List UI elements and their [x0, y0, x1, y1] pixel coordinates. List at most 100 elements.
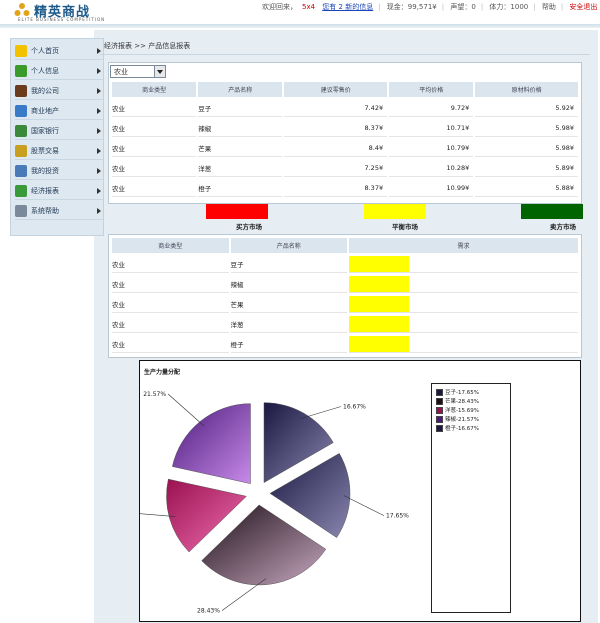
pie-legend-swatch: [436, 406, 443, 414]
table-cell: 辣椒: [198, 119, 283, 137]
pie-legend: 豆子-17.65% 芒果-28.43% 洋葱-15.69% 辣椒-21.57% 橙子-1…: [431, 383, 511, 613]
table-cell: 10.79¥: [389, 139, 474, 157]
table-cell: 芒果: [198, 139, 283, 157]
column-header: 建议零售价: [284, 82, 388, 97]
table-row: 农业 洋葱 7.25¥ 10.28¥ 5.89¥: [112, 159, 578, 177]
pie-value-label: 28.43%: [197, 608, 220, 615]
category-select-value: 农业: [114, 67, 128, 76]
sidebar-item-label: 国家银行: [31, 127, 59, 135]
pie-legend-item: 洋葱-15.69%: [436, 406, 479, 414]
stamina-value: 体力：1000: [489, 3, 529, 11]
invest-icon: [15, 165, 27, 177]
smiley-icon: [15, 45, 27, 57]
sidebar-item[interactable]: 个人信息: [15, 63, 103, 80]
table-cell: 10.71¥: [389, 119, 474, 137]
table-cell: 8.37¥: [284, 179, 388, 197]
table-cell: 8.37¥: [284, 119, 388, 137]
sidebar-nav: 个人首页个人信息我的公司商业地产国家银行股票交易我的投资经济报表系统帮助: [10, 38, 104, 236]
pie-slice: [172, 403, 251, 484]
top-header: 精英商战 ELITE BUSINESS COMPETITION 欢迎回来， 5x4…: [0, 0, 600, 28]
breadcrumb: 经济报表 >> 产品信息报表: [104, 41, 190, 51]
pie-legend-label: 芒果-28.43%: [445, 399, 479, 405]
sidebar-item[interactable]: 我的公司: [15, 83, 103, 100]
logout-link[interactable]: 安全退出: [569, 3, 597, 11]
column-header: 平均价格: [389, 82, 474, 97]
messages-link[interactable]: 您有 2 新的信息: [322, 3, 373, 11]
demand-indicator: [349, 295, 410, 312]
chevron-right-icon: [97, 68, 101, 74]
table-cell: 5.89¥: [475, 159, 578, 177]
pie-legend-label: 辣椒-21.57%: [445, 417, 479, 423]
pie-leader-line: [300, 406, 342, 419]
table-cell: 8.4¥: [284, 139, 388, 157]
market-color-swatch: [521, 204, 583, 219]
table-cell: 9.72¥: [389, 99, 474, 117]
market-color-swatch: [364, 204, 426, 219]
table-row: 农业 豆子: [112, 255, 578, 273]
chevron-down-icon[interactable]: [154, 66, 165, 77]
column-header: 原材料价格: [475, 82, 578, 97]
table-cell: 农业: [112, 335, 229, 353]
table-row: 农业 橙子 8.37¥ 10.99¥ 5.88¥: [112, 179, 578, 197]
chevron-right-icon: [97, 168, 101, 174]
sidebar-item[interactable]: 股票交易: [15, 143, 103, 160]
market-label: 平衡市场: [392, 223, 418, 231]
welcome-text: 欢迎回来，: [262, 3, 297, 11]
table-cell: 农业: [112, 119, 197, 137]
chevron-right-icon: [97, 88, 101, 94]
money-icon: [15, 125, 27, 137]
globe-icon: [15, 105, 27, 117]
pie-value-label: 21.57%: [143, 391, 166, 398]
sidebar-item[interactable]: 商业地产: [15, 103, 103, 120]
door-icon: [15, 85, 27, 97]
table-row: 农业 芒果 8.4¥ 10.79¥ 5.98¥: [112, 139, 578, 157]
pie-legend-label: 橙子-16.67%: [445, 426, 479, 432]
table-row: 农业 橙子: [112, 335, 578, 353]
pie-leader-line: [343, 495, 385, 516]
help-icon: [15, 205, 27, 217]
category-select[interactable]: 农业: [110, 65, 166, 78]
pie-legend-item: 豆子-17.65%: [436, 388, 479, 396]
table-cell: 农业: [112, 179, 197, 197]
breadcrumb-current: 产品信息报表: [148, 42, 191, 50]
help-link[interactable]: 帮助: [542, 3, 556, 11]
column-header: 商业类型: [112, 238, 229, 253]
sidebar-item-label: 经济报表: [31, 187, 59, 195]
stock-icon: [15, 145, 27, 157]
sidebar-item-label: 系统帮助: [31, 207, 59, 215]
header-divider: [0, 24, 600, 28]
user-icon: [15, 65, 27, 77]
demand-cell: [349, 295, 578, 313]
pie-legend-swatch: [436, 415, 443, 423]
table-cell: 洋葱: [198, 159, 283, 177]
sidebar-item[interactable]: 个人首页: [15, 43, 103, 60]
table-cell: 7.25¥: [284, 159, 388, 177]
market-color-swatch: [206, 204, 268, 219]
demand-cell: [349, 315, 578, 333]
demand-indicator: [349, 335, 410, 352]
table-row: 农业 辣椒: [112, 275, 578, 293]
table-cell: 7.42¥: [284, 99, 388, 117]
table-cell: 辣椒: [230, 275, 348, 293]
sidebar-item[interactable]: 系统帮助: [15, 203, 103, 220]
table-cell: 橙子: [230, 335, 348, 353]
pie-legend-item: 芒果-28.43%: [436, 397, 479, 405]
sidebar-item[interactable]: 我的投资: [15, 163, 103, 180]
column-header: 需求: [349, 238, 578, 253]
pie-legend-swatch: [436, 424, 443, 432]
user-status-bar: 欢迎回来， 5x4 您有 2 新的信息 | 现金：99,571¥ | 声望：0 | 体力…: [262, 3, 598, 11]
sidebar-item-label: 个人信息: [31, 67, 59, 75]
cash-value: 现金：99,571¥: [386, 3, 437, 11]
chart-icon: [15, 185, 27, 197]
breadcrumb-divider: [100, 54, 590, 55]
sidebar-item-label: 商业地产: [31, 107, 59, 115]
sidebar-item[interactable]: 经济报表: [15, 183, 103, 200]
demand-cell: [349, 275, 578, 293]
table-row: 农业 芒果: [112, 295, 578, 313]
demand-indicator: [349, 255, 410, 272]
sidebar-item[interactable]: 国家银行: [15, 123, 103, 140]
chevron-right-icon: [97, 148, 101, 154]
username[interactable]: 5x4: [302, 3, 315, 11]
breadcrumb-root[interactable]: 经济报表: [104, 42, 132, 50]
table-cell: 橙子: [198, 179, 283, 197]
